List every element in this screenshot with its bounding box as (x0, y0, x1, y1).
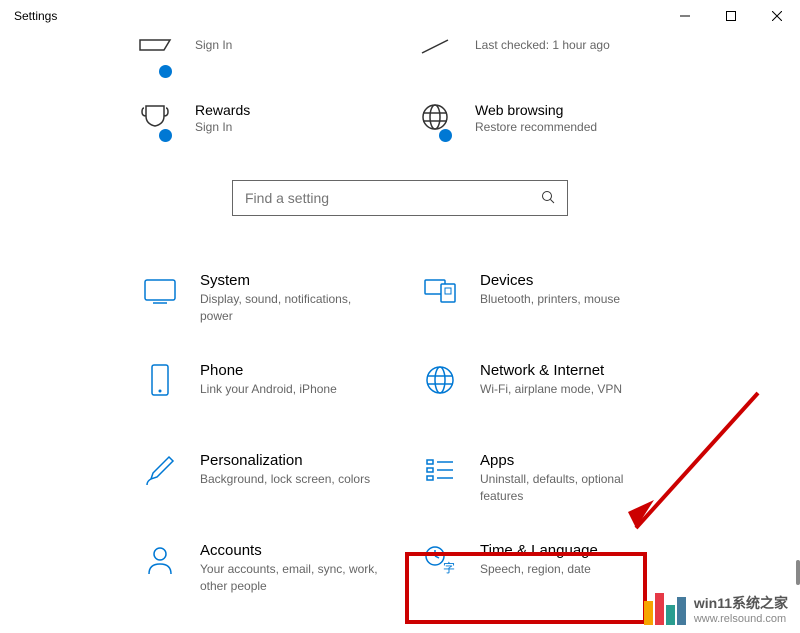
category-devices[interactable]: Devices Bluetooth, printers, mouse (410, 256, 670, 346)
category-sub: Your accounts, email, sync, work, other … (200, 561, 380, 595)
badge-dot-icon (159, 129, 172, 142)
category-title: Network & Internet (480, 362, 660, 379)
badge-dot-icon (439, 129, 452, 142)
globe-icon (410, 102, 460, 142)
category-sub: Wi-Fi, airplane mode, VPN (480, 381, 660, 398)
category-network[interactable]: Network & Internet Wi-Fi, airplane mode,… (410, 346, 670, 436)
tile-sub: Restore recommended (475, 120, 670, 134)
category-title: Phone (200, 362, 380, 379)
search-box[interactable] (232, 180, 568, 216)
badge-dot-icon (159, 65, 172, 78)
category-system[interactable]: System Display, sound, notifications, po… (130, 256, 390, 346)
category-personalization[interactable]: Personalization Background, lock screen,… (130, 436, 390, 526)
accounts-icon (140, 540, 180, 580)
category-apps[interactable]: Apps Uninstall, defaults, optional featu… (410, 436, 670, 526)
phone-icon (140, 360, 180, 400)
time-language-icon: 字 (420, 540, 460, 580)
watermark-url: www.relsound.com (694, 613, 788, 625)
tile-sub: Sign In (195, 120, 390, 134)
window-title: Settings (14, 9, 57, 23)
category-title: Personalization (200, 452, 380, 469)
category-title: Time & Language (480, 542, 660, 559)
search-row (0, 180, 800, 216)
search-input[interactable] (245, 190, 541, 206)
tile-sub: Sign In (195, 38, 390, 52)
rewards-icon (130, 102, 180, 142)
watermark-logo-icon (644, 593, 686, 625)
update-icon (410, 38, 460, 78)
status-tile-rewards[interactable]: Rewards Sign In (130, 96, 390, 160)
category-title: Devices (480, 272, 660, 289)
window-controls (662, 0, 800, 32)
status-tiles: Sign In Last checked: 1 hour ago Rewards… (0, 32, 800, 160)
tile-title: Rewards (195, 102, 390, 118)
category-time-language[interactable]: 字 Time & Language Speech, region, date (410, 526, 670, 616)
signin-icon (130, 38, 180, 78)
status-tile-web[interactable]: Web browsing Restore recommended (410, 96, 670, 160)
minimize-button[interactable] (662, 0, 708, 32)
category-title: Apps (480, 452, 660, 469)
category-sub: Link your Android, iPhone (200, 381, 380, 398)
category-title: Accounts (200, 542, 380, 559)
category-sub: Display, sound, notifications, power (200, 291, 380, 325)
watermark: win11系统之家 www.relsound.com (644, 593, 788, 625)
devices-icon (420, 270, 460, 310)
svg-text:字: 字 (443, 560, 455, 575)
watermark-title: win11系统之家 (694, 593, 788, 613)
category-title: System (200, 272, 380, 289)
categories-grid: System Display, sound, notifications, po… (0, 256, 800, 616)
personalization-icon (140, 450, 180, 490)
status-tile-signin[interactable]: Sign In (130, 32, 390, 96)
category-phone[interactable]: Phone Link your Android, iPhone (130, 346, 390, 436)
category-accounts[interactable]: Accounts Your accounts, email, sync, wor… (130, 526, 390, 616)
titlebar: Settings (0, 0, 800, 32)
scrollbar[interactable] (796, 560, 800, 585)
category-sub: Bluetooth, printers, mouse (480, 291, 660, 308)
maximize-button[interactable] (708, 0, 754, 32)
apps-icon (420, 450, 460, 490)
category-sub: Uninstall, defaults, optional features (480, 471, 660, 505)
category-sub: Background, lock screen, colors (200, 471, 380, 488)
network-icon (420, 360, 460, 400)
tile-sub: Last checked: 1 hour ago (475, 38, 670, 52)
status-tile-update[interactable]: Last checked: 1 hour ago (410, 32, 670, 96)
tile-title: Web browsing (475, 102, 670, 118)
system-icon (140, 270, 180, 310)
search-icon (541, 190, 555, 207)
close-button[interactable] (754, 0, 800, 32)
category-sub: Speech, region, date (480, 561, 660, 578)
